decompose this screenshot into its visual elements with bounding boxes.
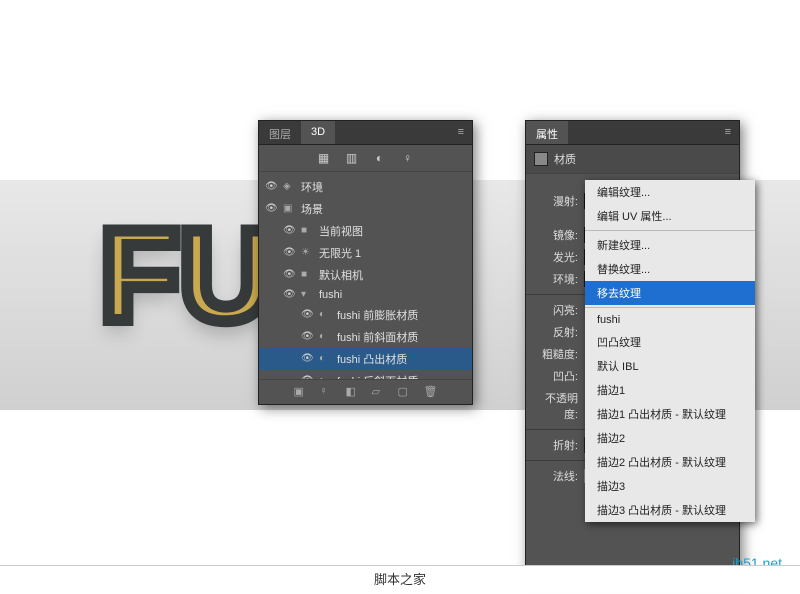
light-icon[interactable]: ♀ xyxy=(320,385,334,399)
3d-filter-toolbar: ▦ ▥ ◐ ♀ xyxy=(259,145,472,172)
3d-text-preview: FU xyxy=(100,200,273,350)
plane-icon[interactable]: ▱ xyxy=(372,385,386,399)
label-illumination: 发光: xyxy=(534,249,578,265)
material-subheader: 材质 xyxy=(526,145,739,174)
label-reflection: 反射: xyxy=(534,324,578,340)
label-roughness: 粗糙度: xyxy=(534,346,578,362)
item-type-icon: ■ xyxy=(301,269,313,281)
label-normal: 法线: xyxy=(534,468,578,484)
filter-light-icon[interactable]: ♀ xyxy=(401,151,415,165)
label-refraction: 折射: xyxy=(534,437,578,453)
tree-row-label: 无限光 1 xyxy=(319,245,466,261)
new-icon[interactable]: ◧ xyxy=(346,385,360,399)
menu-item[interactable]: 描边1 xyxy=(585,378,755,402)
visibility-eye-icon[interactable]: 👁 xyxy=(301,309,313,321)
panel-tabbar: 图层 3D ≡ xyxy=(259,121,472,145)
tree-row-label: fushi xyxy=(319,289,466,301)
tree-row-label: fushi 凸出材质 xyxy=(337,351,466,367)
tab-layers[interactable]: 图层 xyxy=(259,121,301,144)
filter-scene-icon[interactable]: ▦ xyxy=(317,151,331,165)
label-opacity: 不透明度: xyxy=(534,390,578,422)
menu-item[interactable]: 凹凸纹理 xyxy=(585,330,755,354)
trash-icon[interactable]: 🗑 xyxy=(424,385,438,399)
visibility-eye-icon[interactable]: 👁 xyxy=(283,269,295,281)
material-type-icon xyxy=(534,152,548,166)
panel-menu-icon[interactable]: ≡ xyxy=(450,121,472,144)
3d-tree: 👁 ◈ 环境 👁 ▣ 场景 👁 ■ 当前视图 👁 ☀ 无限光 1 👁 ■ 默认相机 👁 ▾ fushi 👁 ◐ fush… xyxy=(259,172,472,392)
item-type-icon: ◐ xyxy=(319,309,331,321)
item-type-icon: ☀ xyxy=(301,247,313,259)
menu-item[interactable]: 默认 IBL xyxy=(585,354,755,378)
menu-item[interactable]: 替换纹理... xyxy=(585,257,755,281)
visibility-eye-icon[interactable]: 👁 xyxy=(265,203,277,215)
tree-row[interactable]: 👁 ■ 当前视图 xyxy=(259,220,472,242)
tab-3d[interactable]: 3D xyxy=(301,121,335,144)
menu-item[interactable]: 描边3 凸出材质 - 默认纹理 xyxy=(585,498,755,522)
tree-row[interactable]: 👁 ◐ fushi 前斜面材质 xyxy=(259,326,472,348)
tree-row[interactable]: 👁 ◐ fushi 前膨胀材质 xyxy=(259,304,472,326)
footer-label: 脚本之家 xyxy=(0,565,800,593)
render-icon[interactable]: ▣ xyxy=(294,385,308,399)
tree-row-label: 环境 xyxy=(301,179,466,195)
tree-row-label: 默认相机 xyxy=(319,267,466,283)
tree-row-label: fushi 前斜面材质 xyxy=(337,329,466,345)
visibility-eye-icon[interactable]: 👁 xyxy=(265,181,277,193)
menu-item[interactable]: 编辑纹理... xyxy=(585,180,755,204)
visibility-eye-icon[interactable]: 👁 xyxy=(283,225,295,237)
tree-row[interactable]: 👁 ◈ 环境 xyxy=(259,176,472,198)
item-type-icon: ◐ xyxy=(319,353,331,365)
item-type-icon: ■ xyxy=(301,225,313,237)
tree-row[interactable]: 👁 ■ 默认相机 xyxy=(259,264,472,286)
visibility-eye-icon[interactable]: 👁 xyxy=(283,247,295,259)
menu-item[interactable]: 移去纹理 xyxy=(585,281,755,305)
tree-row-label: 场景 xyxy=(301,201,466,217)
menu-item[interactable]: 描边2 xyxy=(585,426,755,450)
menu-item[interactable]: 描边2 凸出材质 - 默认纹理 xyxy=(585,450,755,474)
menu-item[interactable]: 描边1 凸出材质 - 默认纹理 xyxy=(585,402,755,426)
label-specular: 镜像: xyxy=(534,227,578,243)
item-type-icon: ◐ xyxy=(319,331,331,343)
tab-properties[interactable]: 属性 xyxy=(526,121,568,144)
tree-row-label: 当前视图 xyxy=(319,223,466,239)
label-ambient: 环境: xyxy=(534,271,578,287)
panel-menu-icon[interactable]: ≡ xyxy=(717,121,739,144)
tree-row[interactable]: 👁 ▣ 场景 xyxy=(259,198,472,220)
label-bump: 凹凸: xyxy=(534,368,578,384)
item-type-icon: ◈ xyxy=(283,181,295,193)
3d-bottom-toolbar: ▣ ♀ ◧ ▱ ▢ 🗑 xyxy=(259,379,472,404)
visibility-eye-icon[interactable]: 👁 xyxy=(283,289,295,301)
filter-material-icon[interactable]: ◐ xyxy=(373,151,387,165)
tree-row[interactable]: 👁 ☀ 无限光 1 xyxy=(259,242,472,264)
label-diffuse: 漫射: xyxy=(534,193,578,209)
material-subheader-label: 材质 xyxy=(554,151,576,167)
3d-panel: 图层 3D ≡ ▦ ▥ ◐ ♀ 👁 ◈ 环境 👁 ▣ 场景 👁 ■ 当前视图 👁 ☀ 无限光 1 👁 ■ 默… xyxy=(258,120,473,405)
filter-mesh-icon[interactable]: ▥ xyxy=(345,151,359,165)
tree-row[interactable]: 👁 ▾ fushi xyxy=(259,286,472,304)
texture-context-menu: 编辑纹理...编辑 UV 属性... 新建纹理...替换纹理...移去纹理 fush… xyxy=(585,180,755,522)
item-type-icon: ▣ xyxy=(283,203,295,215)
tree-row[interactable]: 👁 ◐ fushi 凸出材质 xyxy=(259,348,472,370)
visibility-eye-icon[interactable]: 👁 xyxy=(301,353,313,365)
menu-item[interactable]: 新建纹理... xyxy=(585,233,755,257)
menu-item[interactable]: 编辑 UV 属性... xyxy=(585,204,755,228)
menu-item[interactable]: fushi xyxy=(585,310,755,330)
add-icon[interactable]: ▢ xyxy=(398,385,412,399)
label-shine: 闪亮: xyxy=(534,302,578,318)
item-type-icon: ▾ xyxy=(301,289,313,301)
visibility-eye-icon[interactable]: 👁 xyxy=(301,331,313,343)
tree-row-label: fushi 前膨胀材质 xyxy=(337,307,466,323)
menu-item[interactable]: 描边3 xyxy=(585,474,755,498)
